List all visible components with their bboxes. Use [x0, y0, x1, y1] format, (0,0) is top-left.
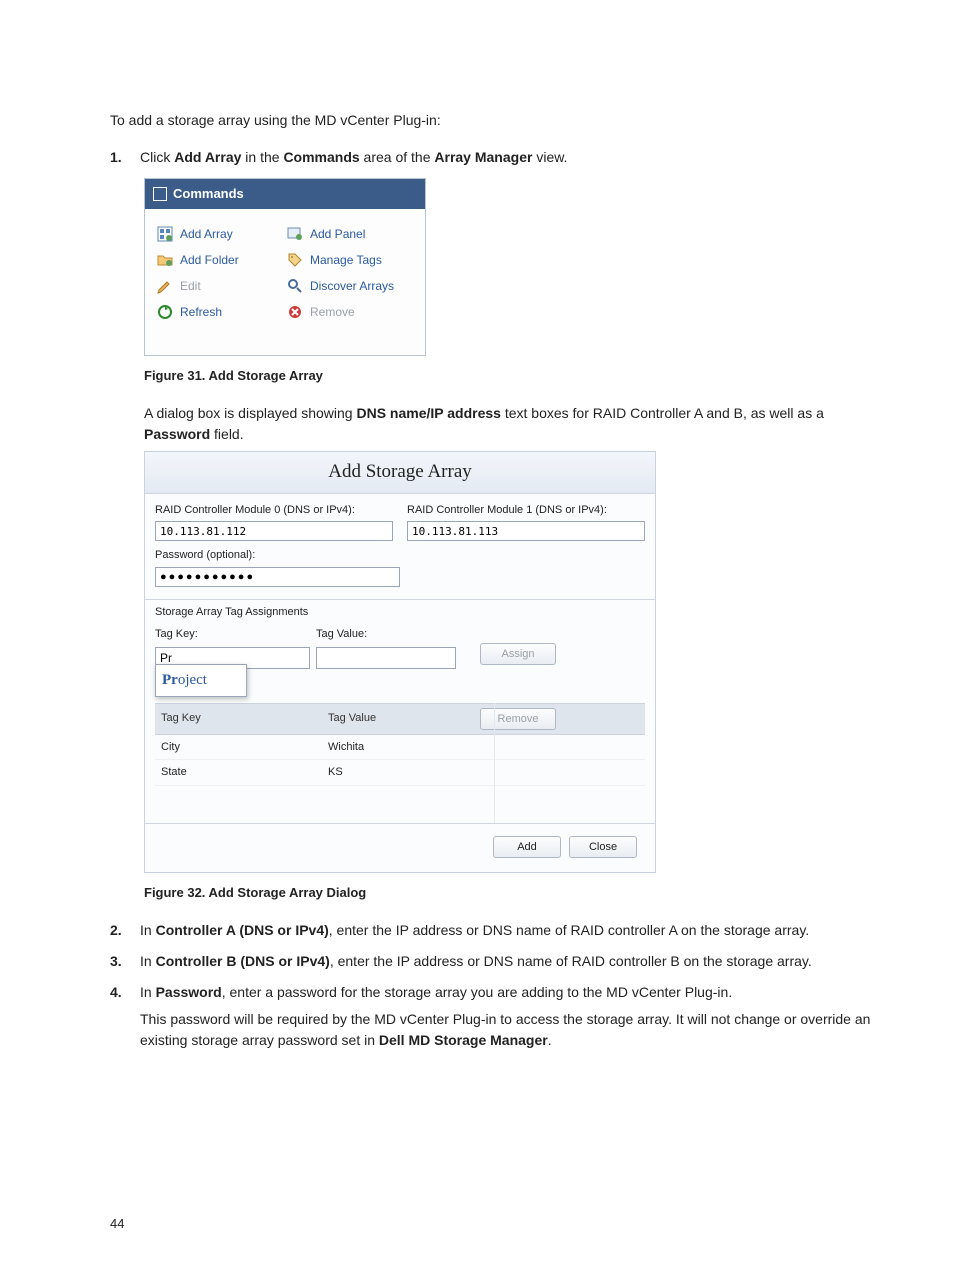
step-2: 2. In Controller A (DNS or IPv4), enter … — [110, 920, 874, 941]
tag-table-head-value: Tag Value — [322, 706, 474, 731]
step-2-number: 2. — [110, 920, 140, 941]
step-1-body: Click Add Array in the Commands area of … — [140, 147, 874, 168]
step-1: 1. Click Add Array in the Commands area … — [110, 147, 874, 168]
step-2-body: In Controller A (DNS or IPv4), enter the… — [140, 920, 874, 941]
refresh-icon — [157, 304, 173, 320]
table-row[interactable]: State KS — [155, 760, 645, 786]
tag-row-value: Wichita — [322, 735, 474, 760]
cmd-add-array[interactable]: Add Array — [155, 221, 285, 247]
tag-icon — [287, 252, 303, 268]
controller-1-label: RAID Controller Module 1 (DNS or IPv4): — [407, 502, 645, 519]
tag-table-header: Tag Key Tag Value Remove — [155, 703, 645, 735]
password-input[interactable] — [155, 567, 400, 587]
password-label: Password (optional): — [155, 547, 645, 564]
page-number: 44 — [110, 1214, 124, 1234]
pencil-icon — [157, 278, 173, 294]
cmd-add-panel[interactable]: Add Panel — [285, 221, 415, 247]
cmd-add-folder[interactable]: Add Folder — [155, 247, 285, 273]
tag-value-label: Tag Value: — [316, 626, 456, 643]
cmd-edit[interactable]: Edit — [155, 273, 285, 299]
cmd-remove[interactable]: Remove — [285, 299, 415, 325]
remove-button[interactable]: Remove — [480, 708, 556, 730]
intro-text: To add a storage array using the MD vCen… — [110, 110, 874, 131]
add-button[interactable]: Add — [493, 836, 561, 858]
add-storage-array-dialog: Add Storage Array RAID Controller Module… — [144, 451, 656, 873]
step-4-number: 4. — [110, 982, 140, 1003]
controller-0-input[interactable] — [155, 521, 393, 541]
step-4-body: In Password, enter a password for the st… — [140, 982, 874, 1051]
remove-icon — [287, 304, 303, 320]
tag-section-header: Storage Array Tag Assignments — [155, 600, 645, 627]
search-icon — [287, 278, 303, 294]
figure-32-caption: Figure 32. Add Storage Array Dialog — [144, 883, 874, 903]
folder-add-icon — [157, 252, 173, 268]
commands-panel: Commands Add Array Add Folder Edit R — [144, 178, 426, 356]
tag-row-value: KS — [322, 760, 474, 785]
cmd-manage-tags[interactable]: Manage Tags — [285, 247, 415, 273]
step-3-number: 3. — [110, 951, 140, 972]
figure-31-caption: Figure 31. Add Storage Array — [144, 366, 874, 386]
step-4: 4. In Password, enter a password for the… — [110, 982, 874, 1051]
tag-table-head-key: Tag Key — [155, 706, 322, 731]
close-button[interactable]: Close — [569, 836, 637, 858]
table-row[interactable]: City Wichita — [155, 735, 645, 761]
controller-1-input[interactable] — [407, 521, 645, 541]
cmd-refresh[interactable]: Refresh — [155, 299, 285, 325]
dialog-intro-text: A dialog box is displayed showing DNS na… — [144, 403, 874, 445]
tag-value-input[interactable] — [316, 647, 456, 669]
assign-button[interactable]: Assign — [480, 643, 556, 665]
tag-row-key: City — [155, 735, 322, 760]
controller-0-label: RAID Controller Module 0 (DNS or IPv4): — [155, 502, 393, 519]
collapse-icon — [153, 187, 167, 201]
tag-key-autocomplete[interactable]: Project — [155, 664, 247, 697]
dialog-title: Add Storage Array — [145, 452, 655, 494]
autocomplete-option-project[interactable]: Project — [156, 665, 246, 696]
panel-add-icon — [287, 226, 303, 242]
step-1-number: 1. — [110, 147, 140, 168]
tag-key-label: Tag Key: — [155, 626, 310, 643]
commands-panel-title: Commands — [145, 179, 425, 209]
step-3: 3. In Controller B (DNS or IPv4), enter … — [110, 951, 874, 972]
step-3-body: In Controller B (DNS or IPv4), enter the… — [140, 951, 874, 972]
tag-row-key: State — [155, 760, 322, 785]
cmd-discover-arrays[interactable]: Discover Arrays — [285, 273, 415, 299]
grid-add-icon — [157, 226, 173, 242]
